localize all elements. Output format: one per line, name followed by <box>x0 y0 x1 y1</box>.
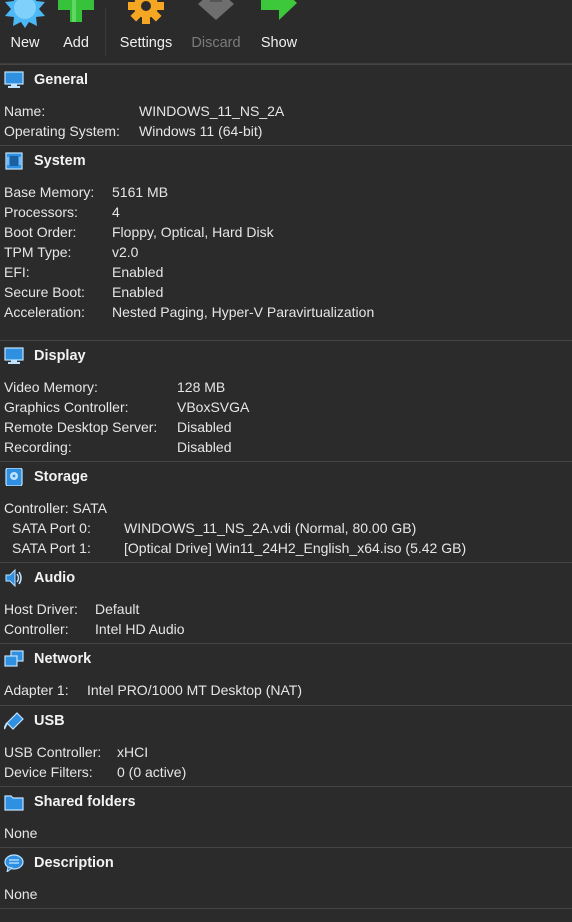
audio-controller-label: Controller: <box>4 621 69 637</box>
adapter-1-value: Intel PRO/1000 MT Desktop (NAT) <box>87 682 302 698</box>
acceleration-value: Nested Paging, Hyper-V Paravirtualizatio… <box>112 304 375 320</box>
sata-port-1-value: [Optical Drive] Win11_24H2_English_x64.i… <box>124 540 467 556</box>
new-starburst-icon <box>5 0 45 28</box>
storage-section: Storage Controller: SATA SATA Port 0: WI… <box>0 461 572 563</box>
network-icon <box>4 650 24 667</box>
name-label: Name: <box>4 103 46 119</box>
shared-folders-header[interactable]: Shared folders <box>0 787 572 817</box>
network-section: Network Adapter 1: Intel PRO/1000 MT Des… <box>0 643 572 706</box>
audio-section: Audio Host Driver: Default Controller: I… <box>0 562 572 644</box>
description-title: Description <box>34 855 114 871</box>
recording-label: Recording: <box>4 439 72 455</box>
processors-value: 4 <box>112 204 120 220</box>
general-title: General <box>34 72 88 88</box>
general-header[interactable]: General <box>0 65 572 95</box>
bottom-separator <box>0 908 572 909</box>
adapter-1-label: Adapter 1: <box>4 682 69 698</box>
new-label: New <box>10 35 40 51</box>
tpm-type-value: v2.0 <box>112 244 139 260</box>
shared-folders-section: Shared folders None <box>0 786 572 848</box>
name-value: WINDOWS_11_NS_2A <box>139 103 285 119</box>
chip-icon <box>5 152 23 170</box>
storage-controller-label: Controller: SATA <box>4 500 107 516</box>
base-memory-label: Base Memory: <box>4 184 95 200</box>
settings-gear-icon <box>128 0 164 24</box>
monitor-icon <box>4 347 24 364</box>
settings-button[interactable]: Settings <box>116 0 176 63</box>
discard-button[interactable]: Discard <box>190 0 242 63</box>
graphics-controller-value: VBoxSVGA <box>177 399 250 415</box>
add-label: Add <box>63 35 89 51</box>
host-driver-value: Default <box>95 601 140 617</box>
sata-port-0-value: WINDOWS_11_NS_2A.vdi (Normal, 80.00 GB) <box>124 520 417 536</box>
tpm-type-label: TPM Type: <box>4 244 72 260</box>
base-memory-value: 5161 MB <box>112 184 169 200</box>
audio-title: Audio <box>34 570 76 586</box>
system-section: System Base Memory: 5161 MB Processors: … <box>0 145 572 341</box>
system-title: System <box>34 153 86 169</box>
os-value: Windows 11 (64-bit) <box>139 123 263 139</box>
sata-port-1-label: SATA Port 1: <box>12 540 91 556</box>
monitor-icon <box>4 71 24 88</box>
remote-desktop-value: Disabled <box>177 419 232 435</box>
show-button[interactable]: Show <box>256 0 302 63</box>
boot-order-label: Boot Order: <box>4 224 77 240</box>
general-section: General Name: WINDOWS_11_NS_2A Operating… <box>0 64 572 146</box>
discard-arrow-icon <box>198 0 234 20</box>
storage-header[interactable]: Storage <box>0 462 572 492</box>
usb-title: USB <box>34 713 65 729</box>
boot-order-value: Floppy, Optical, Hard Disk <box>112 224 274 240</box>
secure-boot-label: Secure Boot: <box>4 284 85 300</box>
device-filters-label: Device Filters: <box>4 764 93 780</box>
description-header[interactable]: Description <box>0 848 572 878</box>
speaker-icon <box>5 569 22 587</box>
toolbar: New Add Settings Discard Show <box>0 0 572 64</box>
folder-icon <box>4 795 24 811</box>
acceleration-label: Acceleration: <box>4 304 85 320</box>
display-header[interactable]: Display <box>0 341 572 371</box>
video-memory-value: 128 MB <box>177 379 226 395</box>
secure-boot-value: Enabled <box>112 284 164 300</box>
discard-label: Discard <box>191 35 241 51</box>
network-header[interactable]: Network <box>0 644 572 674</box>
os-label: Operating System: <box>4 123 120 139</box>
toolbar-separator <box>105 8 106 56</box>
usb-icon <box>4 712 24 730</box>
show-label: Show <box>260 35 298 51</box>
processors-label: Processors: <box>4 204 78 220</box>
add-plus-icon <box>58 0 94 22</box>
settings-label: Settings <box>119 35 173 51</box>
remote-desktop-label: Remote Desktop Server: <box>4 419 158 435</box>
network-title: Network <box>34 651 92 667</box>
usb-controller-value: xHCI <box>117 744 149 760</box>
description-section: Description None <box>0 847 572 909</box>
shared-folders-value: None <box>4 825 38 841</box>
usb-section: USB USB Controller: xHCI Device Filters:… <box>0 705 572 787</box>
speech-bubble-icon <box>4 854 24 872</box>
efi-value: Enabled <box>112 264 164 280</box>
host-driver-label: Host Driver: <box>4 601 78 617</box>
audio-header[interactable]: Audio <box>0 563 572 593</box>
storage-title: Storage <box>34 469 88 485</box>
device-filters-value: 0 (0 active) <box>117 764 187 780</box>
recording-value: Disabled <box>177 439 232 455</box>
graphics-controller-label: Graphics Controller: <box>4 399 129 415</box>
disk-icon <box>5 468 23 486</box>
sata-port-0-label: SATA Port 0: <box>12 520 91 536</box>
show-arrow-icon <box>261 0 297 20</box>
audio-controller-value: Intel HD Audio <box>95 621 185 637</box>
display-section: Display Video Memory: 128 MB Graphics Co… <box>0 340 572 462</box>
system-header[interactable]: System <box>0 146 572 176</box>
usb-controller-label: USB Controller: <box>4 744 102 760</box>
display-title: Display <box>34 348 86 364</box>
description-value: None <box>4 886 38 902</box>
shared-folders-title: Shared folders <box>34 794 136 810</box>
new-button[interactable]: New <box>2 0 48 63</box>
add-button[interactable]: Add <box>54 0 98 63</box>
efi-label: EFI: <box>4 264 30 280</box>
video-memory-label: Video Memory: <box>4 379 98 395</box>
usb-header[interactable]: USB <box>0 706 572 736</box>
